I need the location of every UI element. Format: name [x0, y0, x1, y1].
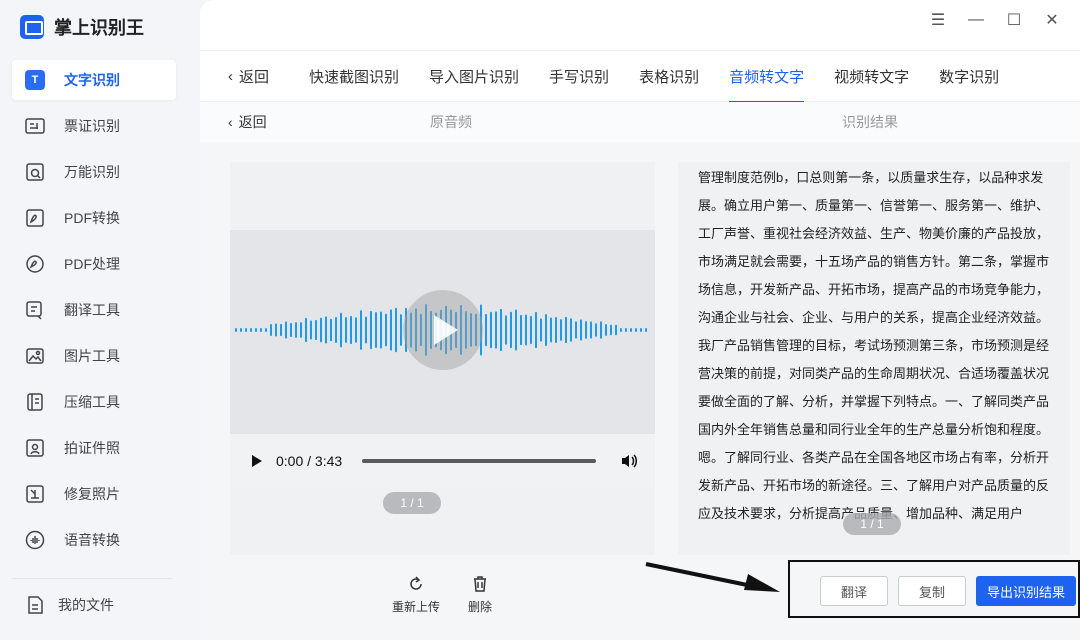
sidebar-item-label: 语音转换	[64, 532, 120, 548]
chevron-left-icon: ‹	[228, 67, 233, 85]
result-text-panel[interactable]: 管理制度范例b，口总则第一条，以质量求生存，以品种求发展。确立用户第一、质量第一…	[678, 162, 1070, 555]
translate-button[interactable]: 翻译	[820, 576, 888, 606]
sidebar-item-label: 票证识别	[64, 118, 120, 134]
sidebar-nav: T 文字识别 票证识别 万能识别 PDF转换 PDF处理 翻译工具 图片工具 压…	[12, 60, 176, 566]
annotation-arrow	[645, 562, 780, 592]
tab-audio-to-text[interactable]: 音频转文字	[729, 66, 805, 103]
audio-preview: 0:00 / 3:43	[230, 162, 655, 555]
tab-back-button[interactable]: ‹ 返回	[228, 66, 269, 87]
app-name: 掌上识别王	[54, 18, 144, 38]
delete-button[interactable]: 删除	[468, 574, 492, 615]
sidebar-item-ticket[interactable]: 票证识别	[12, 106, 176, 146]
main-area: ☰ — ☐ ✕ ‹ 返回 快速截图识别 导入图片识别 手写识别 表格识别 音频转文…	[200, 0, 1080, 640]
app-logo-icon	[20, 15, 44, 39]
player-time: 0:00 / 3:43	[276, 453, 343, 469]
sub-header: ‹ 返回 原音频 识别结果	[200, 102, 1080, 142]
sidebar-item-pdf-convert[interactable]: PDF转换	[12, 198, 176, 238]
sidebar-item-label: 压缩工具	[64, 394, 120, 410]
result-text: 管理制度范例b，口总则第一条，以质量求生存，以品种求发展。确立用户第一、质量第一…	[698, 170, 1050, 521]
compress-icon	[24, 391, 46, 413]
volume-icon[interactable]	[620, 453, 638, 469]
image-tool-icon	[24, 345, 46, 367]
original-audio-title: 原音频	[430, 114, 472, 130]
translate-icon	[24, 299, 46, 321]
export-result-button[interactable]: 导出识别结果	[976, 576, 1076, 606]
my-files-label: 我的文件	[58, 597, 114, 613]
result-title: 识别结果	[842, 114, 898, 130]
sidebar-item-repair-photo[interactable]: 修复照片	[12, 474, 176, 514]
tab-import-image[interactable]: 导入图片识别	[429, 66, 519, 87]
action-buttons-highlight: 翻译 复制 导出识别结果	[788, 560, 1080, 618]
file-icon	[28, 596, 43, 614]
sidebar-item-voice-convert[interactable]: 语音转换	[12, 520, 176, 560]
text-recognition-icon: T	[24, 69, 46, 91]
sidebar-item-label: 万能识别	[64, 164, 120, 180]
sidebar-item-label: 图片工具	[64, 348, 120, 364]
voice-convert-icon	[24, 529, 46, 551]
sidebar-item-universal[interactable]: 万能识别	[12, 152, 176, 192]
tab-quick-screenshot[interactable]: 快速截图识别	[309, 66, 399, 87]
ticket-icon	[24, 115, 46, 137]
sidebar-item-label: 修复照片	[64, 486, 120, 502]
audio-page-indicator: 1 / 1	[383, 492, 441, 514]
maximize-icon[interactable]: ☐	[1006, 10, 1022, 30]
sidebar-item-label: PDF转换	[64, 210, 120, 226]
trash-icon	[474, 576, 486, 592]
repair-photo-icon	[24, 483, 46, 505]
play-icon[interactable]	[252, 455, 262, 467]
sidebar-item-pdf-process[interactable]: PDF处理	[12, 244, 176, 284]
sidebar-item-label: 文字识别	[64, 72, 120, 88]
window-controls: ☰ — ☐ ✕	[930, 10, 1060, 30]
menu-icon[interactable]: ☰	[930, 10, 946, 30]
id-photo-icon	[24, 437, 46, 459]
sidebar-item-translate[interactable]: 翻译工具	[12, 290, 176, 330]
sidebar-item-compress[interactable]: 压缩工具	[12, 382, 176, 422]
sidebar-item-id-photo[interactable]: 拍证件照	[12, 428, 176, 468]
app-brand: 掌上识别王	[20, 14, 144, 40]
chevron-left-icon: ‹	[228, 114, 233, 130]
sidebar-divider	[12, 578, 172, 579]
sidebar-item-label: 翻译工具	[64, 302, 120, 318]
tab-table[interactable]: 表格识别	[639, 66, 699, 87]
minimize-icon[interactable]: —	[968, 10, 984, 30]
pdf-convert-icon	[24, 207, 46, 229]
result-page-indicator: 1 / 1	[843, 513, 901, 535]
refresh-icon	[410, 576, 422, 590]
progress-track[interactable]	[362, 459, 597, 463]
sidebar-item-text-recognition[interactable]: T 文字识别	[12, 60, 176, 100]
sidebar-item-label: 拍证件照	[64, 440, 120, 456]
tab-handwriting[interactable]: 手写识别	[549, 66, 609, 87]
tab-video-to-text[interactable]: 视频转文字	[834, 66, 909, 87]
my-files-link[interactable]: 我的文件	[24, 594, 114, 616]
main-panel: ☰ — ☐ ✕ ‹ 返回 快速截图识别 导入图片识别 手写识别 表格识别 音频转文…	[200, 0, 1080, 640]
waveform-area	[230, 230, 655, 434]
sidebar: 掌上识别王 T 文字识别 票证识别 万能识别 PDF转换 PDF处理 翻译工具	[0, 0, 200, 640]
audio-player: 0:00 / 3:43	[230, 434, 655, 488]
pdf-process-icon	[24, 253, 46, 275]
play-overlay-button[interactable]	[403, 290, 483, 370]
universal-scan-icon	[24, 161, 46, 183]
feature-tabs: ‹ 返回 快速截图识别 导入图片识别 手写识别 表格识别 音频转文字 视频转文字 …	[200, 50, 1080, 103]
sidebar-item-label: PDF处理	[64, 256, 120, 272]
tab-digit[interactable]: 数字识别	[939, 66, 999, 87]
copy-button[interactable]: 复制	[898, 576, 966, 606]
close-icon[interactable]: ✕	[1044, 10, 1060, 30]
sub-back-button[interactable]: ‹ 返回	[228, 112, 267, 132]
sidebar-item-image-tool[interactable]: 图片工具	[12, 336, 176, 376]
content-area: 0:00 / 3:43 1 / 1 管理制度范例b，口总则第一条，以质量求生存，…	[200, 142, 1080, 640]
reupload-button[interactable]: 重新上传	[392, 574, 440, 615]
